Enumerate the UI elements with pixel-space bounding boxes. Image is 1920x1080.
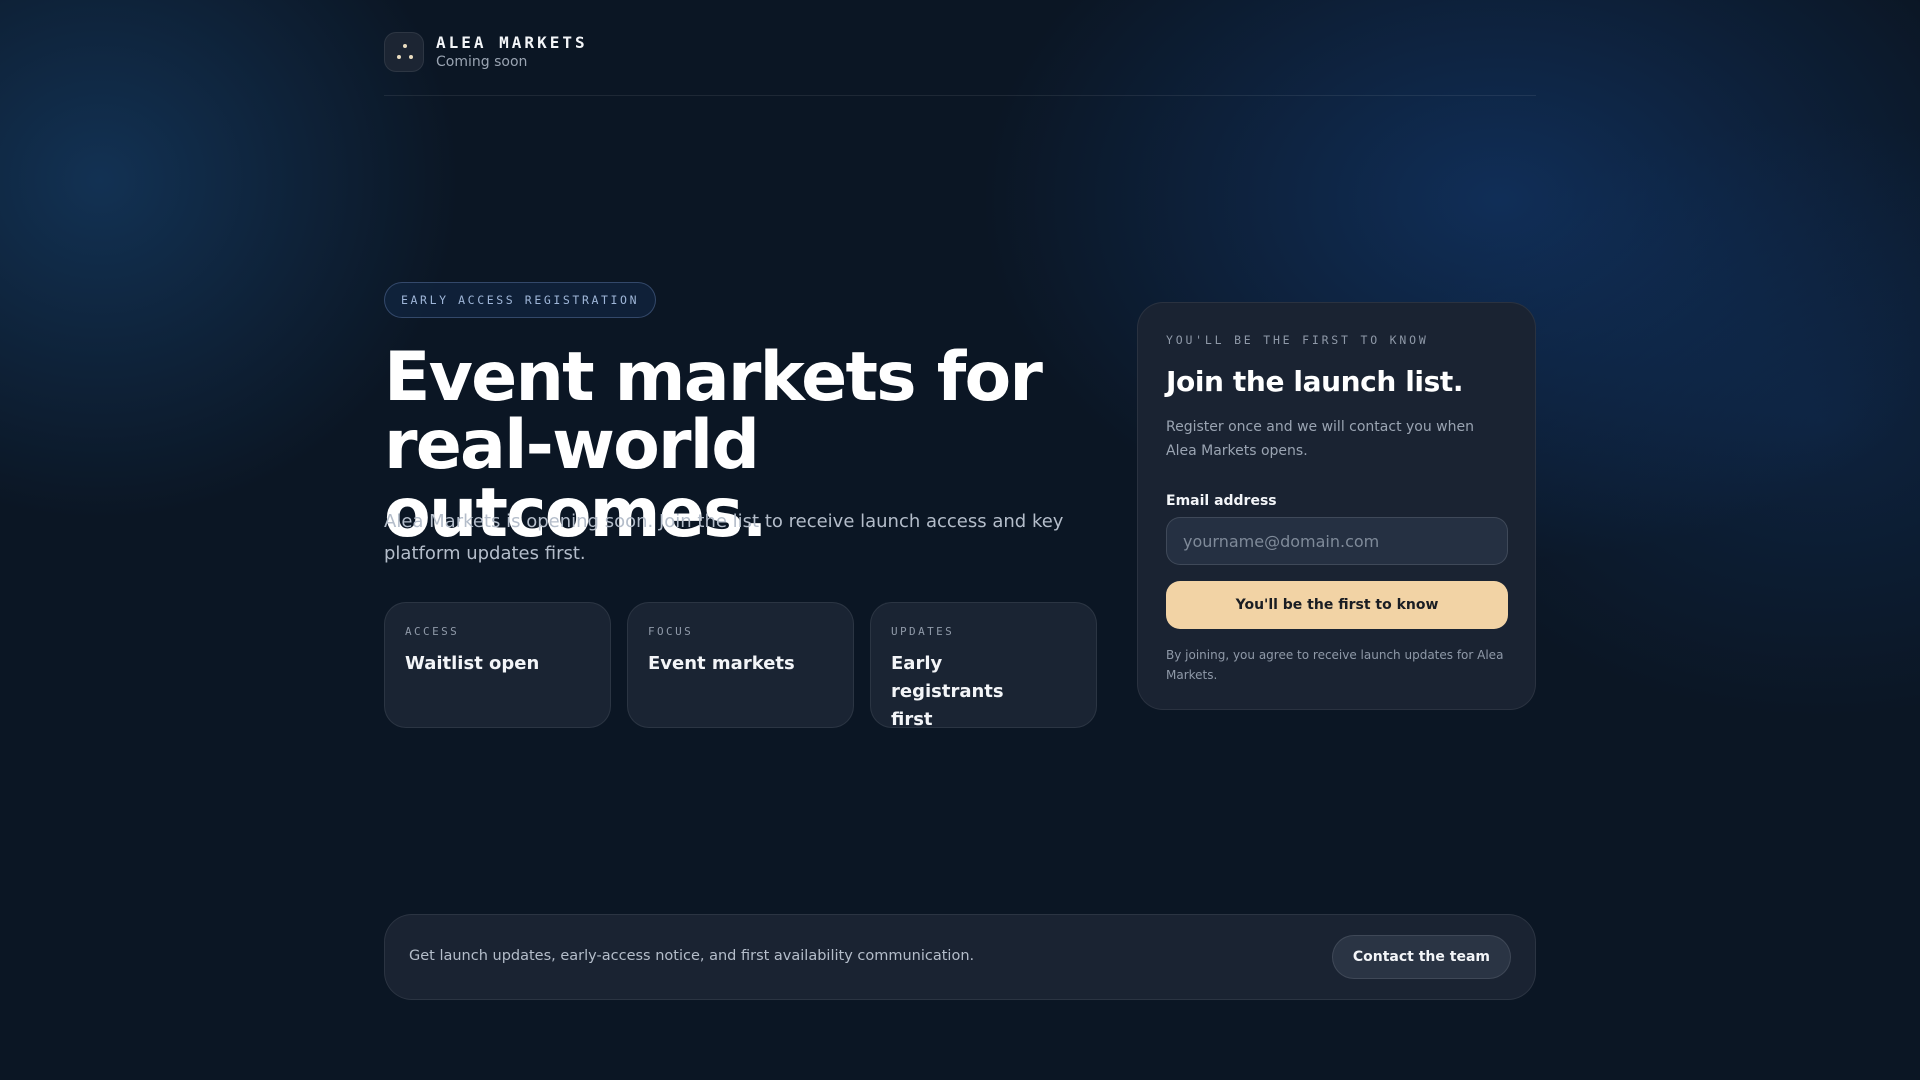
brand-subtitle: Coming soon bbox=[436, 54, 528, 70]
updates-message: Get launch updates, early-access notice,… bbox=[409, 948, 975, 964]
signup-fine-print: By joining, you agree to receive launch … bbox=[1166, 648, 1504, 682]
contact-team-button[interactable]: Contact the team bbox=[1331, 935, 1511, 979]
site-header: ALEA MARKETS Coming soon bbox=[384, 32, 1536, 96]
signup-description: Register once and we will contact you wh… bbox=[1166, 419, 1474, 459]
feature-value: Waitlist open bbox=[405, 653, 540, 674]
early-access-badge: EARLY ACCESS REGISTRATION bbox=[384, 282, 657, 318]
email-field[interactable] bbox=[1166, 517, 1508, 565]
signup-title: Join the launch list. bbox=[1166, 365, 1464, 398]
updates-strip: Get launch updates, early-access notice,… bbox=[384, 914, 1536, 1000]
feature-card-updates: UPDATES Early registrants first bbox=[870, 602, 1097, 730]
feature-value: Event markets bbox=[648, 653, 795, 674]
feature-value: Early registrants first bbox=[891, 653, 1004, 730]
email-label: Email address bbox=[1166, 493, 1277, 509]
feature-card-focus: FOCUS Event markets bbox=[627, 602, 854, 728]
brand-name: ALEA MARKETS bbox=[436, 33, 588, 52]
signup-eyebrow: YOU'LL BE THE FIRST TO KNOW bbox=[1166, 333, 1429, 347]
hero-description: Alea Markets is opening soon. Join the l… bbox=[384, 511, 1064, 564]
signup-card: YOU'LL BE THE FIRST TO KNOW Join the lau… bbox=[1137, 302, 1536, 710]
feature-label: ACCESS bbox=[405, 625, 460, 638]
feature-label: UPDATES bbox=[891, 625, 955, 638]
three-dot-logo-icon bbox=[384, 32, 424, 72]
feature-label: FOCUS bbox=[648, 625, 694, 638]
join-waitlist-button[interactable]: You'll be the first to know bbox=[1166, 581, 1508, 629]
feature-card-access: ACCESS Waitlist open bbox=[384, 602, 611, 728]
page: ALEA MARKETS Coming soon EARLY ACCESS RE… bbox=[384, 0, 1536, 1080]
